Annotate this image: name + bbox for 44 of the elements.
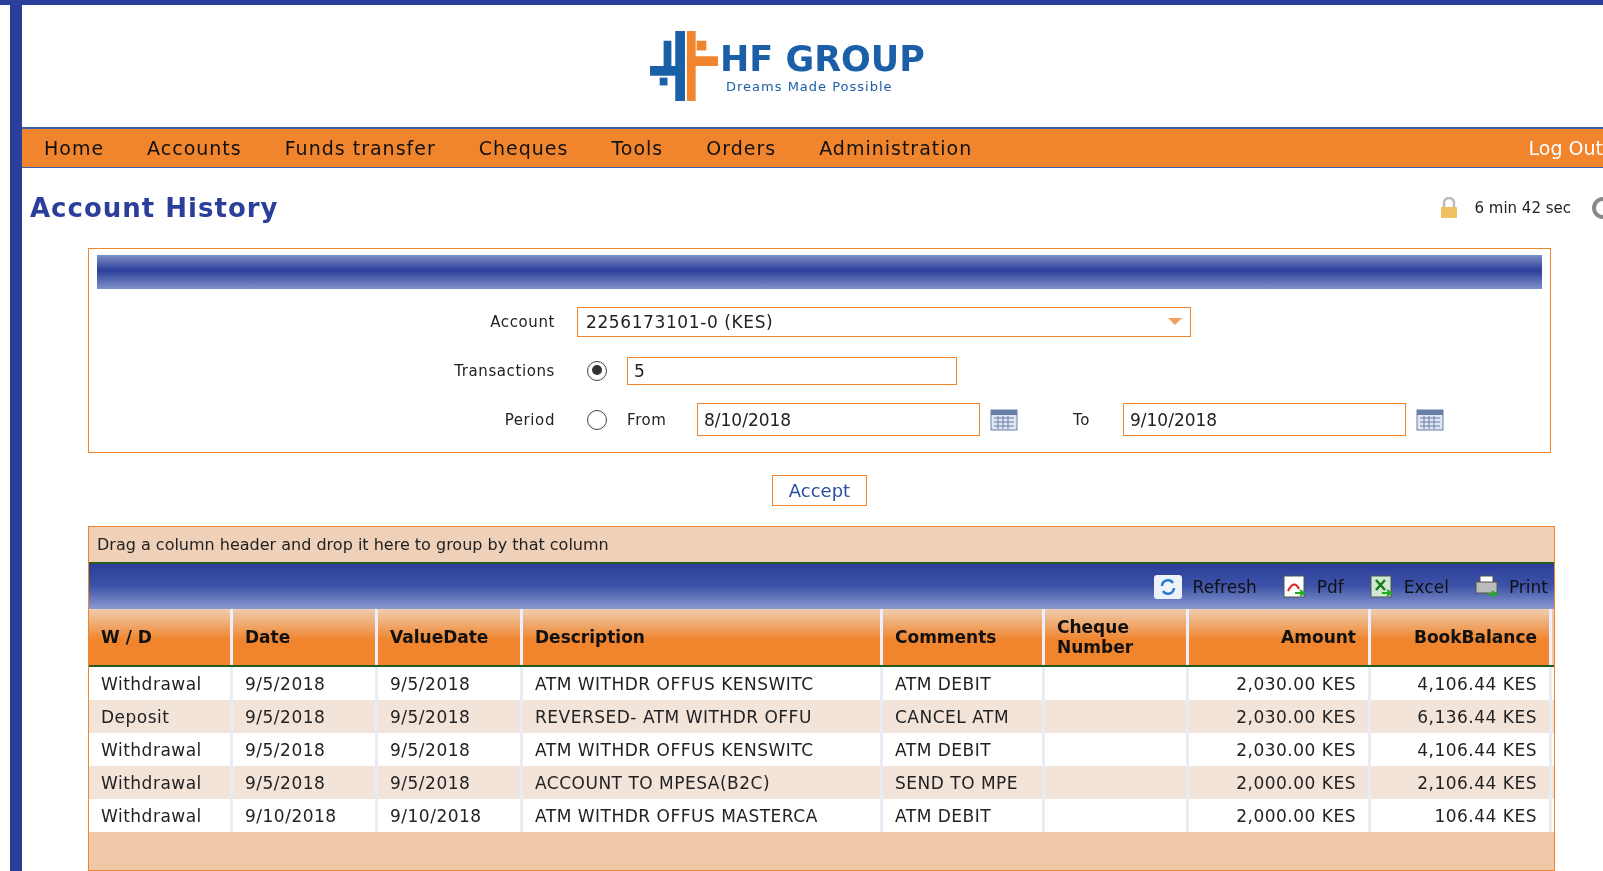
nav-item[interactable]: Orders xyxy=(706,137,777,159)
calendar-icon[interactable] xyxy=(1416,408,1444,431)
table-cell: ATM DEBIT xyxy=(883,799,1045,832)
field-label: To xyxy=(1073,410,1091,429)
column-header[interactable]: Amount xyxy=(1189,609,1371,665)
column-header[interactable]: W / D xyxy=(89,609,233,665)
session-timer: 6 min 42 sec xyxy=(1474,199,1571,217)
column-header[interactable]: ValueDate xyxy=(378,609,523,665)
field-label: Period xyxy=(503,410,556,429)
column-header[interactable]: Description xyxy=(523,609,883,665)
pdf-icon xyxy=(1282,574,1307,599)
spreadsheet-icon xyxy=(1369,574,1394,599)
account-dropdown[interactable]: 2256173101-0 (KES) xyxy=(577,306,1191,337)
nav-item[interactable]: Funds transfer xyxy=(284,137,436,159)
logo-name: HF GROUP xyxy=(720,38,925,79)
field-label: From xyxy=(627,410,668,429)
caret-icon xyxy=(1168,317,1182,326)
table-cell: 9/10/2018 xyxy=(233,799,378,832)
nav-item[interactable]: Home xyxy=(44,137,105,159)
column-header[interactable]: Comments xyxy=(883,609,1045,665)
logo-tagline: Dreams Made Possible xyxy=(726,78,894,94)
to-date-field[interactable]: 9/10/2018 xyxy=(1123,403,1406,436)
nav-item[interactable]: Tools xyxy=(611,137,664,159)
nav-item[interactable]: Cheques xyxy=(478,137,569,159)
table-cell: 106.44 KES xyxy=(1371,799,1552,832)
column-header[interactable]: Date xyxy=(233,609,378,665)
nav-item[interactable]: Accounts xyxy=(147,137,242,159)
table-cell: 2,000.00 KES xyxy=(1189,799,1371,832)
nav-item[interactable]: Administration xyxy=(819,137,973,159)
accept-button[interactable]: Accept xyxy=(771,475,868,506)
transactions-field[interactable]: 5 xyxy=(627,356,957,385)
table-cell: ATM WITHDR OFFUS MASTERCA xyxy=(523,799,883,832)
page-title: Account History xyxy=(30,193,279,223)
refresh-icon xyxy=(1152,573,1183,600)
table-cell: 9/10/2018 xyxy=(378,799,523,832)
group-hint: Drag a column header and drop it here to group by that column xyxy=(89,527,1554,562)
column-header[interactable]: Cheque Number xyxy=(1045,609,1189,665)
table-cell: Withdrawal xyxy=(89,799,233,832)
printer-icon xyxy=(1474,574,1499,599)
column-header[interactable]: BookBalance xyxy=(1371,609,1552,665)
calendar-icon[interactable] xyxy=(990,408,1018,431)
from-date-field[interactable]: 8/10/2018 xyxy=(697,403,980,436)
field-label: Account xyxy=(489,312,556,331)
field-label: Transactions xyxy=(453,361,556,380)
